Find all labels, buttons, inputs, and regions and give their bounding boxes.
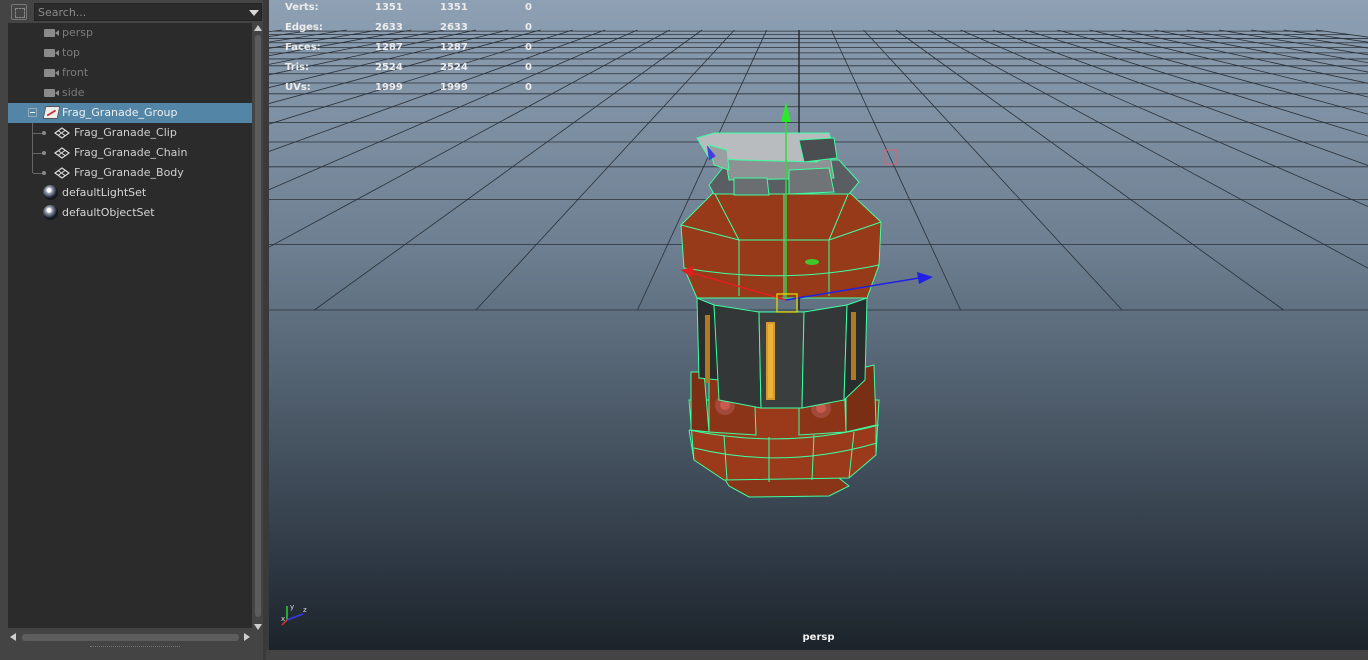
outliner-panel: persp top front side Frag_Granade_Group — [0, 0, 266, 660]
hud-value: 1287 — [440, 42, 468, 53]
viewport-bottom-border — [266, 650, 1368, 660]
outliner-item-frag-granade-chain[interactable]: Frag_Granade_Chain — [8, 143, 252, 163]
horizontal-scrollbar[interactable] — [8, 631, 252, 644]
outliner-item-frag-granade-clip[interactable]: Frag_Granade_Clip — [8, 123, 252, 143]
camera-icon — [44, 49, 59, 57]
chevron-down-icon[interactable] — [249, 10, 259, 16]
search-field[interactable] — [34, 3, 262, 21]
camera-icon — [44, 29, 59, 37]
hud-value: 2633 — [440, 22, 468, 33]
vertical-scrollbar[interactable] — [253, 23, 263, 630]
outliner-item-default-object-set[interactable]: defaultObjectSet — [8, 203, 252, 223]
camera-name-label: persp — [802, 632, 835, 643]
hud-value: 0 — [525, 62, 532, 73]
outliner-item-top[interactable]: top — [8, 43, 252, 63]
hud-row-verts: Verts: 1351 1351 0 — [285, 2, 545, 22]
hud-value: 1999 — [440, 82, 468, 93]
axis-x-label: x — [281, 615, 285, 623]
search-input[interactable] — [35, 4, 238, 20]
transform-group-icon — [42, 106, 61, 119]
axis-z-label: z — [303, 606, 307, 614]
hud-value: 0 — [525, 42, 532, 53]
hud-value: 1351 — [440, 2, 468, 13]
axis-indicator-icon: y x z — [281, 603, 307, 626]
outliner-item-label: Frag_Granade_Body — [74, 166, 184, 179]
outliner-item-label: Frag_Granade_Group — [62, 106, 178, 119]
hud-label: Verts: — [285, 2, 319, 13]
outliner-item-label: defaultObjectSet — [62, 206, 155, 219]
hud-value: 0 — [525, 2, 532, 13]
scroll-down-arrow-icon[interactable] — [254, 624, 262, 630]
mesh-icon — [54, 127, 70, 139]
hud-label: Faces: — [285, 42, 321, 53]
hud-value: 2524 — [440, 62, 468, 73]
hud-row-faces: Faces: 1287 1287 0 — [285, 42, 545, 62]
panel-resize-grip[interactable] — [90, 646, 180, 648]
tree-node-dot — [42, 151, 46, 155]
outliner-item-label: Frag_Granade_Chain — [74, 146, 188, 159]
hud-value: 1999 — [375, 82, 403, 93]
camera-icon — [44, 69, 59, 77]
hud-value: 1351 — [375, 2, 403, 13]
hud-value: 2633 — [375, 22, 403, 33]
outliner-item-label: side — [62, 86, 85, 99]
outliner-item-frag-granade-body[interactable]: Frag_Granade_Body — [8, 163, 252, 183]
outliner-item-frag-granade-group[interactable]: Frag_Granade_Group — [8, 103, 252, 123]
outliner-item-side[interactable]: side — [8, 83, 252, 103]
scroll-up-arrow-icon[interactable] — [254, 25, 262, 31]
scroll-right-arrow-icon[interactable] — [244, 633, 250, 641]
hud-value: 0 — [525, 82, 532, 93]
hud-label: UVs: — [285, 82, 311, 93]
outliner-item-label: top — [62, 46, 81, 59]
object-set-icon — [43, 205, 58, 220]
scrollbar-thumb[interactable] — [22, 634, 239, 641]
filter-icon[interactable] — [11, 4, 27, 20]
hud-value: 2524 — [375, 62, 403, 73]
outliner-item-label: defaultLightSet — [62, 186, 147, 199]
outliner-item-label: front — [62, 66, 89, 79]
axis-y-label: y — [290, 603, 294, 611]
outliner-item-persp[interactable]: persp — [8, 23, 252, 43]
outliner-item-front[interactable]: front — [8, 63, 252, 83]
hud-value: 1287 — [375, 42, 403, 53]
outliner-item-default-light-set[interactable]: defaultLightSet — [8, 183, 252, 203]
hud-label: Tris: — [285, 62, 310, 73]
outliner-tree: persp top front side Frag_Granade_Group — [8, 23, 252, 628]
hud-label: Edges: — [285, 22, 323, 33]
hud-row-edges: Edges: 2633 2633 0 — [285, 22, 545, 42]
scrollbar-thumb[interactable] — [255, 35, 261, 617]
hud-row-tris: Tris: 2524 2524 0 — [285, 62, 545, 82]
tree-node-dot — [42, 131, 46, 135]
mesh-icon — [54, 147, 70, 159]
light-set-icon — [43, 185, 58, 200]
collapse-toggle-icon[interactable] — [28, 108, 37, 117]
perspective-viewport[interactable]: Verts: 1351 1351 0 Edges: 2633 2633 0 Fa… — [269, 0, 1368, 650]
hud-value: 0 — [525, 22, 532, 33]
outliner-item-label: persp — [62, 26, 93, 39]
camera-icon — [44, 89, 59, 97]
scroll-left-arrow-icon[interactable] — [10, 633, 16, 641]
tree-node-dot — [42, 171, 46, 175]
mesh-icon — [54, 167, 70, 179]
outliner-item-label: Frag_Granade_Clip — [74, 126, 177, 139]
hud-row-uvs: UVs: 1999 1999 0 — [285, 82, 545, 102]
